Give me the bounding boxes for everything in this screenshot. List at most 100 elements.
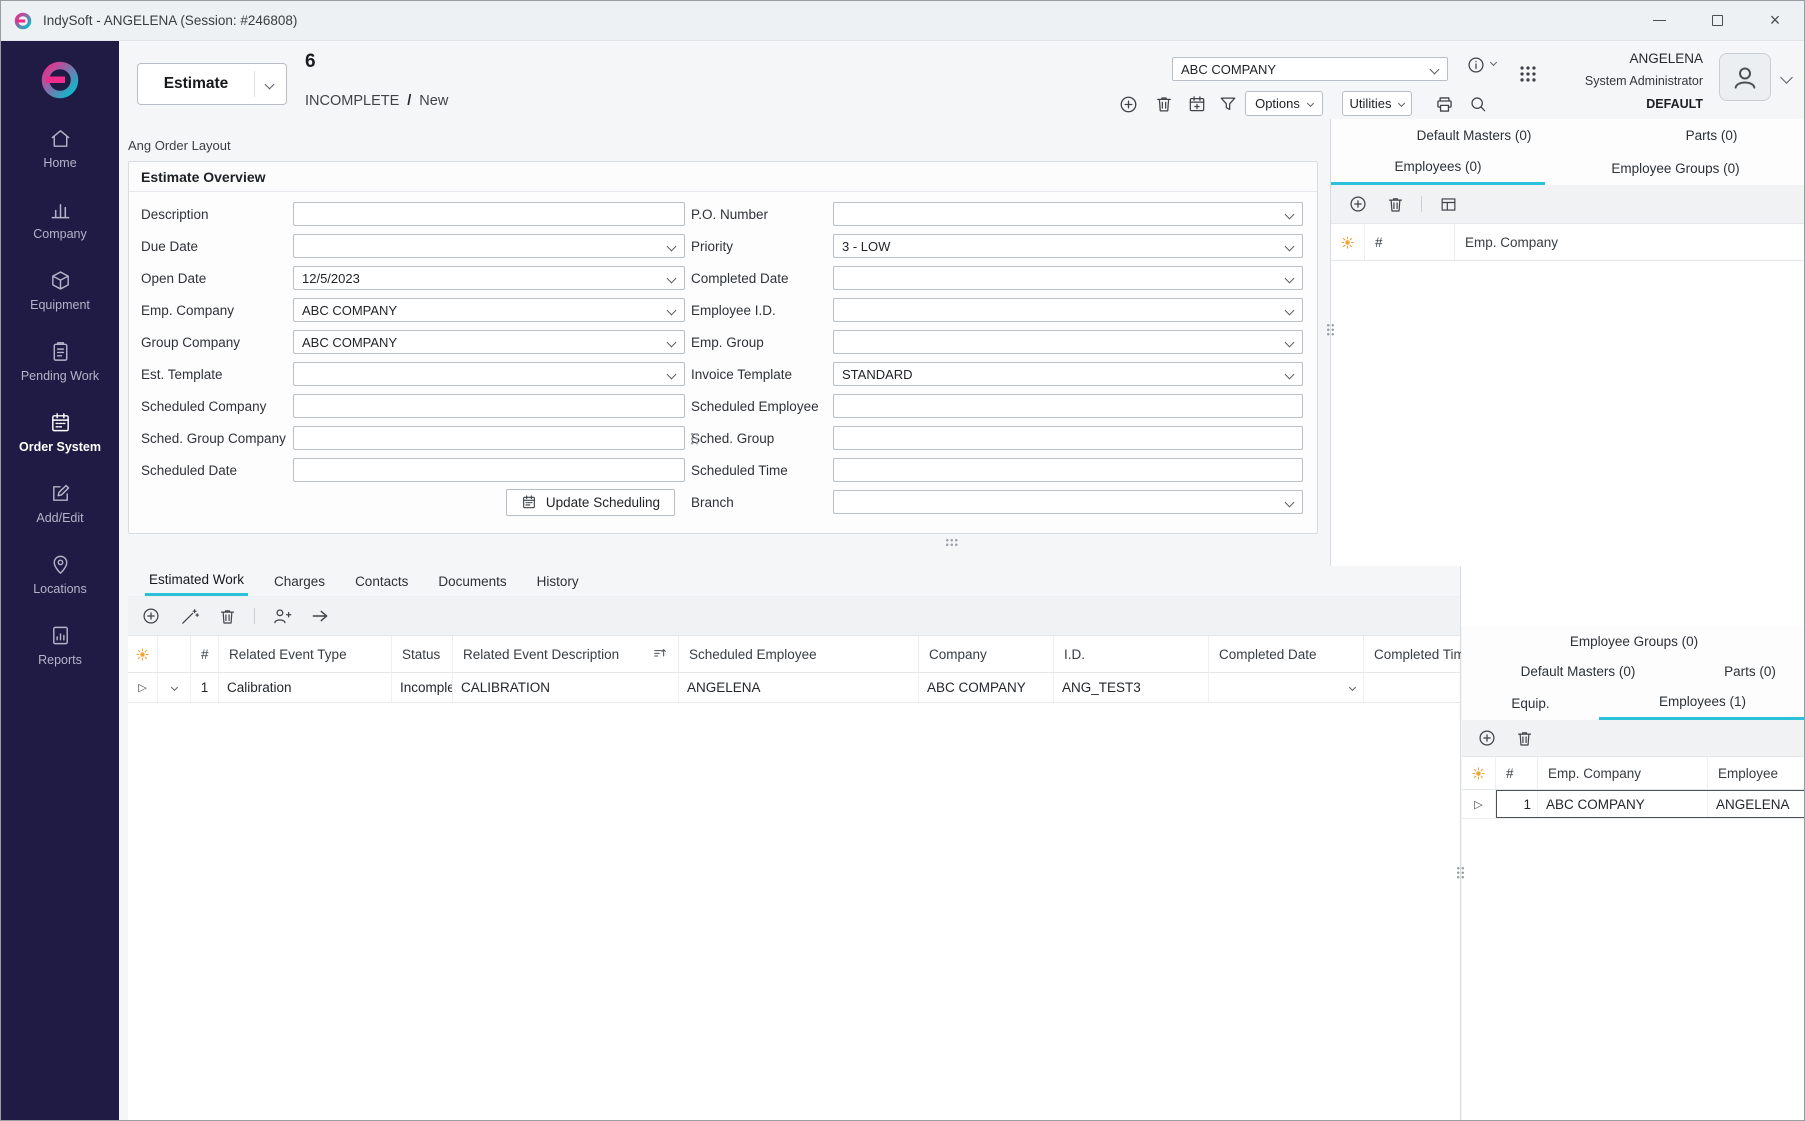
layout-grid-button[interactable] <box>1437 193 1459 215</box>
sun-icon[interactable] <box>135 647 150 662</box>
column-header[interactable]: # <box>191 636 219 672</box>
tab-charges[interactable]: Charges <box>270 566 329 596</box>
sidebar-item-locations[interactable]: Locations <box>1 539 119 610</box>
tab-parts[interactable]: Parts (0) <box>1617 119 1804 151</box>
sort-icon[interactable] <box>652 646 668 662</box>
column-header[interactable]: Emp. Company <box>1455 224 1804 260</box>
completed-date-select[interactable] <box>833 266 1303 290</box>
sidebar-item-pending-work[interactable]: Pending Work <box>1 326 119 397</box>
chevron-down-icon[interactable] <box>1490 59 1497 66</box>
column-header[interactable]: Related Event Type <box>219 636 392 672</box>
minimize-button[interactable] <box>1630 1 1688 40</box>
update-scheduling-button[interactable]: Update Scheduling <box>506 489 675 516</box>
tab-contacts[interactable]: Contacts <box>351 566 412 596</box>
column-header[interactable]: # <box>1496 757 1538 789</box>
tab-history[interactable]: History <box>533 566 583 596</box>
filter-button[interactable] <box>1217 93 1239 115</box>
open-date-select[interactable]: 12/5/2023 <box>293 266 685 290</box>
sidebar-item-equipment[interactable]: Equipment <box>1 255 119 326</box>
due-date-select[interactable] <box>293 234 685 258</box>
column-header[interactable]: Employee <box>1708 757 1804 789</box>
table-row[interactable]: ▷ 1 Calibration Incomplete CALIBRATION A… <box>128 673 1460 703</box>
scheduled-time-input[interactable] <box>833 458 1303 482</box>
sun-icon[interactable] <box>1471 766 1486 781</box>
branch-select[interactable] <box>833 490 1303 514</box>
column-header[interactable]: I.D. <box>1054 636 1209 672</box>
row-expander[interactable]: ▷ <box>1474 798 1482 811</box>
tab-employees-bottom[interactable]: Employees (1) <box>1599 686 1804 720</box>
po-number-select[interactable] <box>833 202 1303 226</box>
forward-button[interactable] <box>309 605 331 627</box>
tab-documents[interactable]: Documents <box>434 566 510 596</box>
column-header[interactable]: Emp. Company <box>1538 757 1708 789</box>
record-type-selector[interactable]: Estimate <box>137 63 287 105</box>
sidebar-item-order-system[interactable]: Order System <box>1 397 119 468</box>
tab-employee-groups-bottom[interactable]: Employee Groups (0) <box>1462 626 1804 656</box>
info-button[interactable] <box>1465 54 1487 76</box>
scheduled-date-input[interactable] <box>293 458 685 482</box>
description-input[interactable] <box>293 202 685 226</box>
company-selector[interactable]: ABC COMPANY <box>1172 57 1448 81</box>
column-header[interactable]: Status <box>392 636 453 672</box>
row-expander[interactable]: ▷ <box>138 681 146 694</box>
sched-group-company-input[interactable] <box>293 426 685 450</box>
calendar-button[interactable] <box>1186 93 1208 115</box>
table-row[interactable]: ▷ 1 ABC COMPANY ANGELENA <box>1462 790 1804 819</box>
tab-estimated-work[interactable]: Estimated Work <box>145 566 248 596</box>
utilities-button[interactable]: Utilities <box>1342 91 1412 116</box>
column-header[interactable]: Completed Time <box>1364 636 1461 672</box>
emp-company-select[interactable]: ABC COMPANY <box>293 298 685 322</box>
emp-group-select[interactable] <box>833 330 1303 354</box>
sched-group-input[interactable] <box>833 426 1303 450</box>
add-row-button[interactable] <box>1347 193 1369 215</box>
assign-employee-button[interactable] <box>271 605 293 627</box>
cell-completed-date[interactable] <box>1209 673 1364 702</box>
auto-generate-button[interactable] <box>178 605 200 627</box>
add-row-button[interactable] <box>1476 727 1498 749</box>
sidebar-item-add-edit[interactable]: Add/Edit <box>1 468 119 539</box>
tab-parts-bottom[interactable]: Parts (0) <box>1694 656 1804 686</box>
panel-drag-handle[interactable] <box>1326 323 1335 337</box>
sidebar-item-home[interactable]: Home <box>1 113 119 184</box>
add-work-button[interactable] <box>140 605 162 627</box>
tab-employee-groups[interactable]: Employee Groups (0) <box>1545 151 1804 185</box>
sidebar-item-company[interactable]: Company <box>1 184 119 255</box>
avatar[interactable] <box>1719 53 1771 101</box>
column-header[interactable]: # <box>1365 224 1455 260</box>
delete-row-button[interactable] <box>1384 193 1406 215</box>
close-button[interactable]: × <box>1746 1 1804 40</box>
search-button[interactable] <box>1467 93 1489 115</box>
column-header[interactable]: Company <box>919 636 1054 672</box>
delete-record-button[interactable] <box>1153 93 1175 115</box>
row-dropdown-chevron-icon[interactable] <box>170 684 177 691</box>
splitter-drag-handle[interactable] <box>945 538 959 547</box>
sidebar-item-label: Home <box>43 156 76 170</box>
employee-id-select[interactable] <box>833 298 1303 322</box>
tab-equip[interactable]: Equip. <box>1462 686 1599 720</box>
maximize-button[interactable] <box>1688 1 1746 40</box>
priority-select[interactable]: 3 - LOW <box>833 234 1303 258</box>
options-button[interactable]: Options <box>1245 91 1323 116</box>
print-button[interactable] <box>1433 93 1455 115</box>
add-record-button[interactable] <box>1117 93 1139 115</box>
work-grid-body[interactable] <box>128 703 1460 1120</box>
invoice-template-select[interactable]: STANDARD <box>833 362 1303 386</box>
tab-employees[interactable]: Employees (0) <box>1331 151 1545 185</box>
group-company-select[interactable]: ABC COMPANY <box>293 330 685 354</box>
panel-drag-handle[interactable] <box>1456 866 1465 880</box>
column-header[interactable]: Related Event Description <box>453 636 679 672</box>
column-header[interactable]: Scheduled Employee <box>679 636 919 672</box>
user-menu-chevron-icon[interactable] <box>1780 71 1793 84</box>
sidebar-item-reports[interactable]: Reports <box>1 610 119 681</box>
column-header[interactable]: Completed Date <box>1209 636 1364 672</box>
scheduled-company-input[interactable] <box>293 394 685 418</box>
tab-default-masters[interactable]: Default Masters (0) <box>1331 119 1617 151</box>
groups-grid-body[interactable] <box>1462 819 1804 1120</box>
tab-default-masters-bottom[interactable]: Default Masters (0) <box>1462 656 1694 686</box>
column-drag-handle[interactable] <box>690 432 699 446</box>
scheduled-employee-input[interactable] <box>833 394 1303 418</box>
delete-row-button[interactable] <box>1513 727 1535 749</box>
delete-work-button[interactable] <box>216 605 238 627</box>
sun-icon[interactable] <box>1340 235 1355 250</box>
est-template-select[interactable] <box>293 362 685 386</box>
